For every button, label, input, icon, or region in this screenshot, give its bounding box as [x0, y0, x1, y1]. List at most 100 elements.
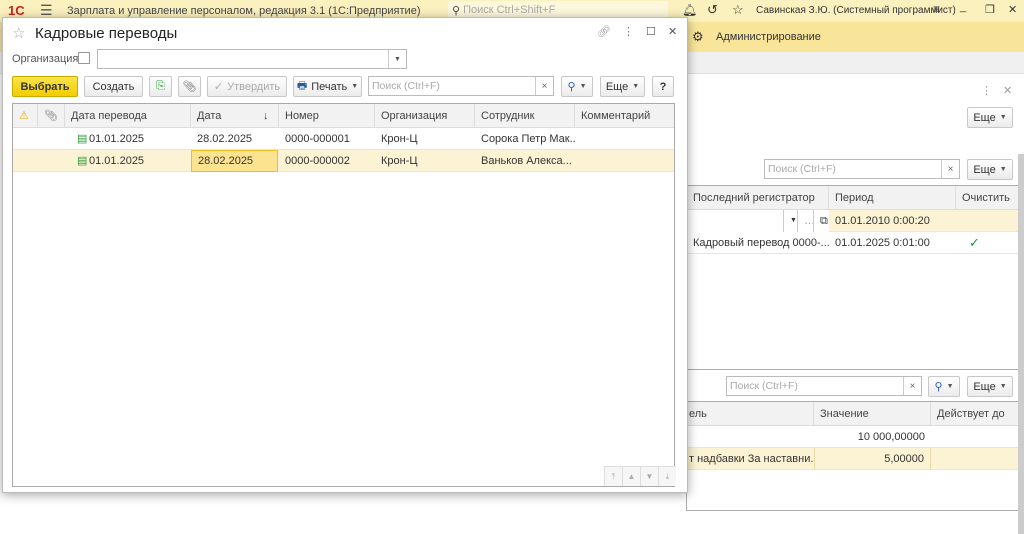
cell-number: 0000-000002 [285, 155, 350, 167]
col-comment[interactable]: Комментарий [575, 104, 676, 128]
org-filter-checkbox[interactable] [78, 52, 90, 64]
cell-employee: Сорока Петр Мак... [481, 133, 575, 145]
cell-organization: Крон-Ц [381, 133, 418, 145]
table-row[interactable]: т надбавки За наставни... 5,00000 [687, 448, 1021, 470]
more-label: Еще [973, 111, 996, 124]
col-number[interactable]: Номер [279, 104, 375, 128]
more-button[interactable]: Еще ▼ [600, 76, 645, 97]
logo-1c: 1С [8, 3, 25, 18]
close-form-icon[interactable]: ✕ [1003, 84, 1012, 97]
favorites-star-icon[interactable]: ☆ [732, 2, 744, 18]
values-table[interactable]: ель Значение Действует до 10 000,00000 т… [686, 401, 1021, 511]
scroll-bottom-icon[interactable]: ⤓ [659, 467, 676, 486]
dropdown-icon[interactable]: ▼ [388, 50, 406, 68]
more-button[interactable]: Еще ▼ [967, 159, 1013, 180]
search-button[interactable]: ⚲ ▼ [561, 76, 593, 97]
history-icon[interactable]: ↺ [707, 2, 718, 18]
minimize-icon[interactable]: _ [960, 1, 966, 13]
search-input[interactable]: Поиск (Ctrl+F) × [726, 376, 922, 396]
search-placeholder: Поиск (Ctrl+F) [768, 163, 836, 175]
select-button[interactable]: … [798, 210, 814, 232]
more-button[interactable]: Еще ▼ [967, 107, 1013, 128]
select-button[interactable]: Выбрать [12, 76, 78, 97]
scrollbar[interactable] [1018, 154, 1024, 534]
col-indicator[interactable]: ель [683, 402, 814, 426]
col-transfer-date[interactable]: Дата перевода [65, 104, 191, 128]
col-clear[interactable]: Очистить [956, 186, 1022, 210]
check-icon[interactable]: ✓ [963, 232, 980, 254]
dropdown-icon: ▼ [351, 83, 359, 90]
scroll-down-icon[interactable]: ▼ [641, 467, 659, 486]
dropdown-icon[interactable]: ▼ [784, 210, 798, 232]
cell-value: 10 000,00000 [857, 431, 925, 443]
table-navigation: ⤒ ▲ ▼ ⤓ [604, 466, 676, 486]
select-label: Выбрать [20, 80, 70, 93]
gear-icon: ⚙ [692, 29, 704, 44]
restore-icon[interactable]: ❐ [985, 3, 995, 16]
background-form: ⋮ ✕ Еще ▼ Поиск (Ctrl+F) × Еще ▼ Последний … [686, 74, 1024, 534]
col-organization[interactable]: Организация [375, 104, 475, 128]
table-header: ель Значение Действует до [687, 402, 1021, 426]
settings-menu-icon[interactable]: ≡ [933, 2, 940, 16]
attachment-icon[interactable]: 📎︎ [38, 104, 65, 128]
col-value[interactable]: Значение [814, 402, 931, 426]
transfers-table[interactable]: ⚠ 📎︎ Дата перевода Дата ↓ Номер Организац… [12, 103, 676, 487]
approve-button[interactable]: ✓ Утвердить [207, 76, 287, 97]
more-label: Еще [973, 163, 996, 176]
col-last-registrar[interactable]: Последний регистратор [687, 186, 829, 210]
more-button[interactable]: Еще ▼ [967, 376, 1013, 397]
cell-registrar: Кадровый перевод 0000-... [693, 237, 829, 249]
col-employee[interactable]: Сотрудник [475, 104, 575, 128]
cell-indicator: т надбавки За наставни... [689, 453, 814, 465]
table-row[interactable]: 10 000,00000 [687, 426, 1021, 448]
help-button[interactable]: ? [652, 76, 674, 97]
search-input[interactable]: Поиск (Ctrl+F) × [764, 159, 960, 179]
clear-search-icon[interactable]: × [535, 77, 553, 95]
attachment-icon[interactable]: 📎︎ [178, 76, 201, 97]
cell-date: 28.02.2025 [197, 133, 253, 145]
print-label: Печать [311, 80, 348, 93]
col-valid-until[interactable]: Действует до [931, 402, 1022, 426]
search-icon: ⚲ [452, 4, 461, 17]
registers-table[interactable]: Последний регистратор Период Очистить ▼ … [686, 185, 1021, 370]
help-label: ? [659, 80, 667, 93]
cell-date[interactable]: 28.02.2025 [191, 150, 278, 172]
dropdown-icon: ▼ [999, 114, 1007, 121]
table-row[interactable]: ▼ … ⧉ 01.01.2010 0:00:20 [687, 210, 1020, 232]
table-row[interactable]: Кадровый перевод 0000-... 01.01.2025 0:0… [687, 232, 1020, 254]
search-button[interactable]: ⚲ ▼ [928, 376, 960, 397]
org-select[interactable]: ▼ [97, 49, 407, 69]
print-button[interactable]: 🖶︎ Печать ▼ [293, 76, 362, 97]
col-date-label: Дата [197, 110, 222, 122]
section-administration[interactable]: Администрирование [716, 31, 821, 43]
more-actions-icon[interactable]: ⋮ [623, 25, 634, 38]
col-period[interactable]: Период [829, 186, 956, 210]
cell-period: 01.01.2025 0:01:00 [835, 237, 930, 249]
create-button[interactable]: Создать [84, 76, 143, 97]
warning-icon[interactable]: ⚠ [13, 104, 38, 128]
registrar-input[interactable] [687, 210, 784, 232]
close-app-icon[interactable]: ✕ [1008, 3, 1017, 16]
favorite-star-icon[interactable]: ☆ [12, 24, 25, 42]
table-row-selected[interactable]: ▤ 01.01.2025 28.02.2025 0000-000002 Крон… [13, 150, 674, 172]
clear-search-icon[interactable]: × [903, 377, 921, 395]
link-icon[interactable]: 🔗︎ [597, 25, 611, 38]
col-date[interactable]: Дата ↓ [191, 104, 279, 128]
close-dialog-icon[interactable]: ✕ [668, 25, 677, 38]
open-icon[interactable]: ⧉ [814, 210, 829, 232]
more-actions-icon[interactable]: ⋮ [981, 84, 992, 97]
bell-icon[interactable]: 🔔︎ [682, 3, 697, 17]
dropdown-icon: ▼ [999, 383, 1007, 390]
transfers-dialog: ☆ Кадровые переводы 🔗︎ ⋮ ☐ ✕ Организация… [2, 17, 688, 493]
dropdown-icon: ▼ [579, 83, 587, 90]
clear-search-icon[interactable]: × [941, 160, 959, 178]
scroll-up-icon[interactable]: ▲ [623, 467, 641, 486]
search-input[interactable]: Поиск (Ctrl+F) × [368, 76, 554, 96]
scroll-top-icon[interactable]: ⤒ [605, 467, 623, 486]
more-label: Еще [605, 80, 629, 93]
sort-desc-icon: ↓ [263, 110, 269, 122]
maximize-icon[interactable]: ☐ [646, 25, 656, 38]
table-row[interactable]: ▤ 01.01.2025 28.02.2025 0000-000001 Крон… [13, 128, 674, 150]
copy-document-icon[interactable]: ⎘ [149, 76, 172, 97]
current-user[interactable]: Савинская З.Ю. (Системный программист) [756, 5, 956, 16]
